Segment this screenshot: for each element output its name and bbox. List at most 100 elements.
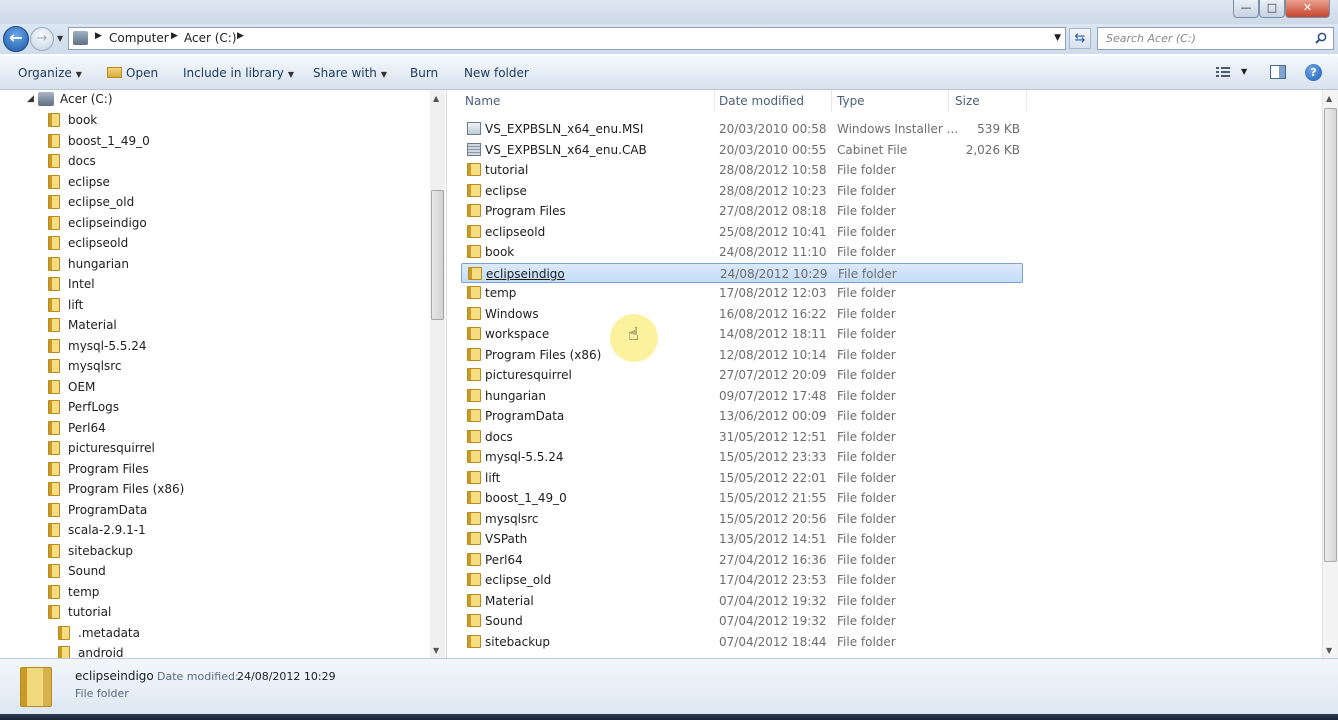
nav-item-folder[interactable]: tutorial: [48, 602, 111, 622]
file-row[interactable]: eclipseindigo 24/08/2012 10:29 File folder: [461, 262, 1023, 283]
file-row[interactable]: picturesquirrel 27/07/2012 20:09 File fold…: [461, 365, 1023, 385]
nav-item-folder[interactable]: eclipse_old: [48, 192, 134, 212]
column-divider[interactable]: [1026, 90, 1027, 112]
nav-scrollbar[interactable]: ▲ ▼: [430, 90, 445, 658]
scroll-up-icon[interactable]: ▲: [1326, 94, 1332, 103]
nav-item-folder[interactable]: scala-2.9.1-1: [48, 520, 146, 540]
nav-item-folder[interactable]: mysqlsrc: [48, 356, 122, 376]
file-row[interactable]: mysql-5.5.24 15/05/2012 23:33 File folder: [461, 447, 1023, 467]
nav-item-folder[interactable]: boost_1_49_0: [48, 131, 150, 151]
nav-item-folder[interactable]: Intel: [48, 274, 95, 294]
nav-item-folder[interactable]: picturesquirrel: [48, 438, 155, 458]
nav-item-folder[interactable]: mysql-5.5.24: [48, 336, 147, 356]
nav-item-folder[interactable]: Sound: [48, 561, 106, 581]
file-list-scrollbar[interactable]: ▲ ▼: [1322, 90, 1338, 658]
nav-item-folder[interactable]: ProgramData: [48, 500, 147, 520]
nav-item-folder[interactable]: Perl64: [48, 418, 106, 438]
breadcrumb-drive[interactable]: Acer (C:): [184, 31, 237, 45]
file-row[interactable]: boost_1_49_0 15/05/2012 21:55 File folder: [461, 488, 1023, 508]
file-row[interactable]: Windows 16/08/2012 16:22 File folder: [461, 304, 1023, 324]
back-button[interactable]: ←: [3, 26, 29, 52]
file-row[interactable]: workspace 14/08/2012 18:11 File folder: [461, 324, 1023, 344]
nav-item-folder[interactable]: lift: [48, 295, 83, 315]
nav-item-folder[interactable]: OEM: [48, 377, 95, 397]
file-row[interactable]: mysqlsrc 15/05/2012 20:56 File folder: [461, 509, 1023, 529]
nav-item-folder[interactable]: hungarian: [48, 254, 129, 274]
include-in-library-menu[interactable]: Include in library ▼: [183, 66, 294, 80]
search-input[interactable]: Search Acer (C:): [1097, 27, 1334, 50]
column-divider[interactable]: [831, 90, 832, 112]
address-dropdown-icon[interactable]: ▼: [1054, 33, 1061, 43]
help-button[interactable]: ?: [1305, 64, 1322, 81]
nav-item-subfolder[interactable]: .metadata: [58, 623, 140, 643]
file-row[interactable]: hungarian 09/07/2012 17:48 File folder: [461, 386, 1023, 406]
column-header-size[interactable]: Size: [955, 94, 980, 108]
column-divider[interactable]: [948, 90, 949, 112]
nav-item-folder[interactable]: Program Files (x86): [48, 479, 184, 499]
file-row[interactable]: tutorial 28/08/2012 10:58 File folder: [461, 160, 1023, 180]
file-row[interactable]: Program Files (x86) 12/08/2012 10:14 File …: [461, 345, 1023, 365]
burn-button[interactable]: Burn: [410, 66, 438, 80]
open-button[interactable]: Open: [107, 66, 158, 80]
file-row[interactable]: book 24/08/2012 11:10 File folder: [461, 242, 1023, 262]
file-row[interactable]: docs 31/05/2012 12:51 File folder: [461, 427, 1023, 447]
column-header-name[interactable]: Name: [465, 94, 500, 108]
organize-menu[interactable]: Organize ▼: [18, 66, 82, 80]
file-row[interactable]: Perl64 27/04/2012 16:36 File folder: [461, 550, 1023, 570]
file-row[interactable]: temp 17/08/2012 12:03 File folder: [461, 283, 1023, 303]
nav-item-folder[interactable]: Program Files: [48, 459, 149, 479]
nav-item-subfolder[interactable]: android: [58, 643, 124, 658]
scroll-up-icon[interactable]: ▲: [433, 94, 439, 103]
nav-item-folder[interactable]: book: [48, 110, 97, 130]
file-row[interactable]: eclipse_old 17/04/2012 23:53 File folder: [461, 570, 1023, 590]
forward-button[interactable]: →: [30, 27, 54, 51]
maximize-button[interactable]: □: [1259, 0, 1285, 18]
file-row[interactable]: sitebackup 07/04/2012 18:44 File folder: [461, 632, 1023, 652]
preview-pane-icon[interactable]: [1270, 65, 1286, 79]
share-with-menu[interactable]: Share with ▼: [313, 66, 387, 80]
view-dropdown-icon[interactable]: ▼: [1241, 67, 1247, 76]
nav-item-folder[interactable]: eclipseindigo: [48, 213, 147, 233]
breadcrumb-computer[interactable]: Computer: [109, 31, 169, 45]
nav-item-folder[interactable]: temp: [48, 582, 99, 602]
file-name: eclipse: [485, 183, 527, 198]
nav-scrollbar-thumb[interactable]: [431, 190, 444, 320]
nav-item-folder[interactable]: eclipseold: [48, 233, 128, 253]
file-row[interactable]: VS_EXPBSLN_x64_enu.MSI 20/03/2010 00:58 Wi…: [461, 119, 1023, 139]
file-row[interactable]: eclipse 28/08/2012 10:23 File folder: [461, 181, 1023, 201]
nav-item-folder[interactable]: sitebackup: [48, 541, 133, 561]
address-bar[interactable]: ▶ Computer ▶ Acer (C:) ▶ ▼: [68, 27, 1066, 50]
breadcrumb-separator-icon[interactable]: ▶: [171, 31, 178, 41]
file-row[interactable]: Program Files 27/08/2012 08:18 File folder: [461, 201, 1023, 221]
breadcrumb-separator-icon[interactable]: ▶: [237, 31, 244, 41]
nav-item-folder[interactable]: eclipse: [48, 172, 110, 192]
column-divider[interactable]: [714, 90, 715, 112]
file-row[interactable]: lift 15/05/2012 22:01 File folder: [461, 468, 1023, 488]
view-options-icon[interactable]: [1216, 65, 1232, 79]
minimize-button[interactable]: —: [1233, 0, 1259, 18]
recent-pages-dropdown-icon[interactable]: ▼: [57, 34, 63, 43]
collapse-arrow-icon[interactable]: ◢: [27, 94, 34, 104]
file-date: 27/08/2012 08:18: [719, 204, 827, 218]
scroll-down-icon[interactable]: ▼: [433, 646, 439, 655]
file-list-scrollbar-thumb[interactable]: [1324, 108, 1337, 562]
nav-item-folder[interactable]: docs: [48, 151, 96, 171]
folder-icon: [467, 409, 481, 422]
file-row[interactable]: ProgramData 13/06/2012 00:09 File folder: [461, 406, 1023, 426]
file-row[interactable]: eclipseold 25/08/2012 10:41 File folder: [461, 222, 1023, 242]
refresh-button[interactable]: ⇆: [1069, 28, 1091, 49]
search-icon[interactable]: [1315, 32, 1327, 44]
file-row[interactable]: Material 07/04/2012 19:32 File folder: [461, 591, 1023, 611]
nav-item-folder[interactable]: Material: [48, 315, 117, 335]
file-row[interactable]: VS_EXPBSLN_x64_enu.CAB 20/03/2010 00:55 Ca…: [461, 140, 1023, 160]
new-folder-button[interactable]: New folder: [464, 66, 529, 80]
close-button[interactable]: ✕: [1285, 0, 1330, 18]
nav-item-drive[interactable]: Acer (C:): [38, 90, 113, 109]
column-header-type[interactable]: Type: [837, 94, 865, 108]
nav-item-folder[interactable]: PerfLogs: [48, 397, 119, 417]
scroll-down-icon[interactable]: ▼: [1326, 646, 1332, 655]
file-row[interactable]: VSPath 13/05/2012 14:51 File folder: [461, 529, 1023, 549]
column-header-date[interactable]: Date modified: [719, 94, 804, 108]
breadcrumb-separator-icon[interactable]: ▶: [95, 31, 102, 41]
file-row[interactable]: Sound 07/04/2012 19:32 File folder: [461, 611, 1023, 631]
